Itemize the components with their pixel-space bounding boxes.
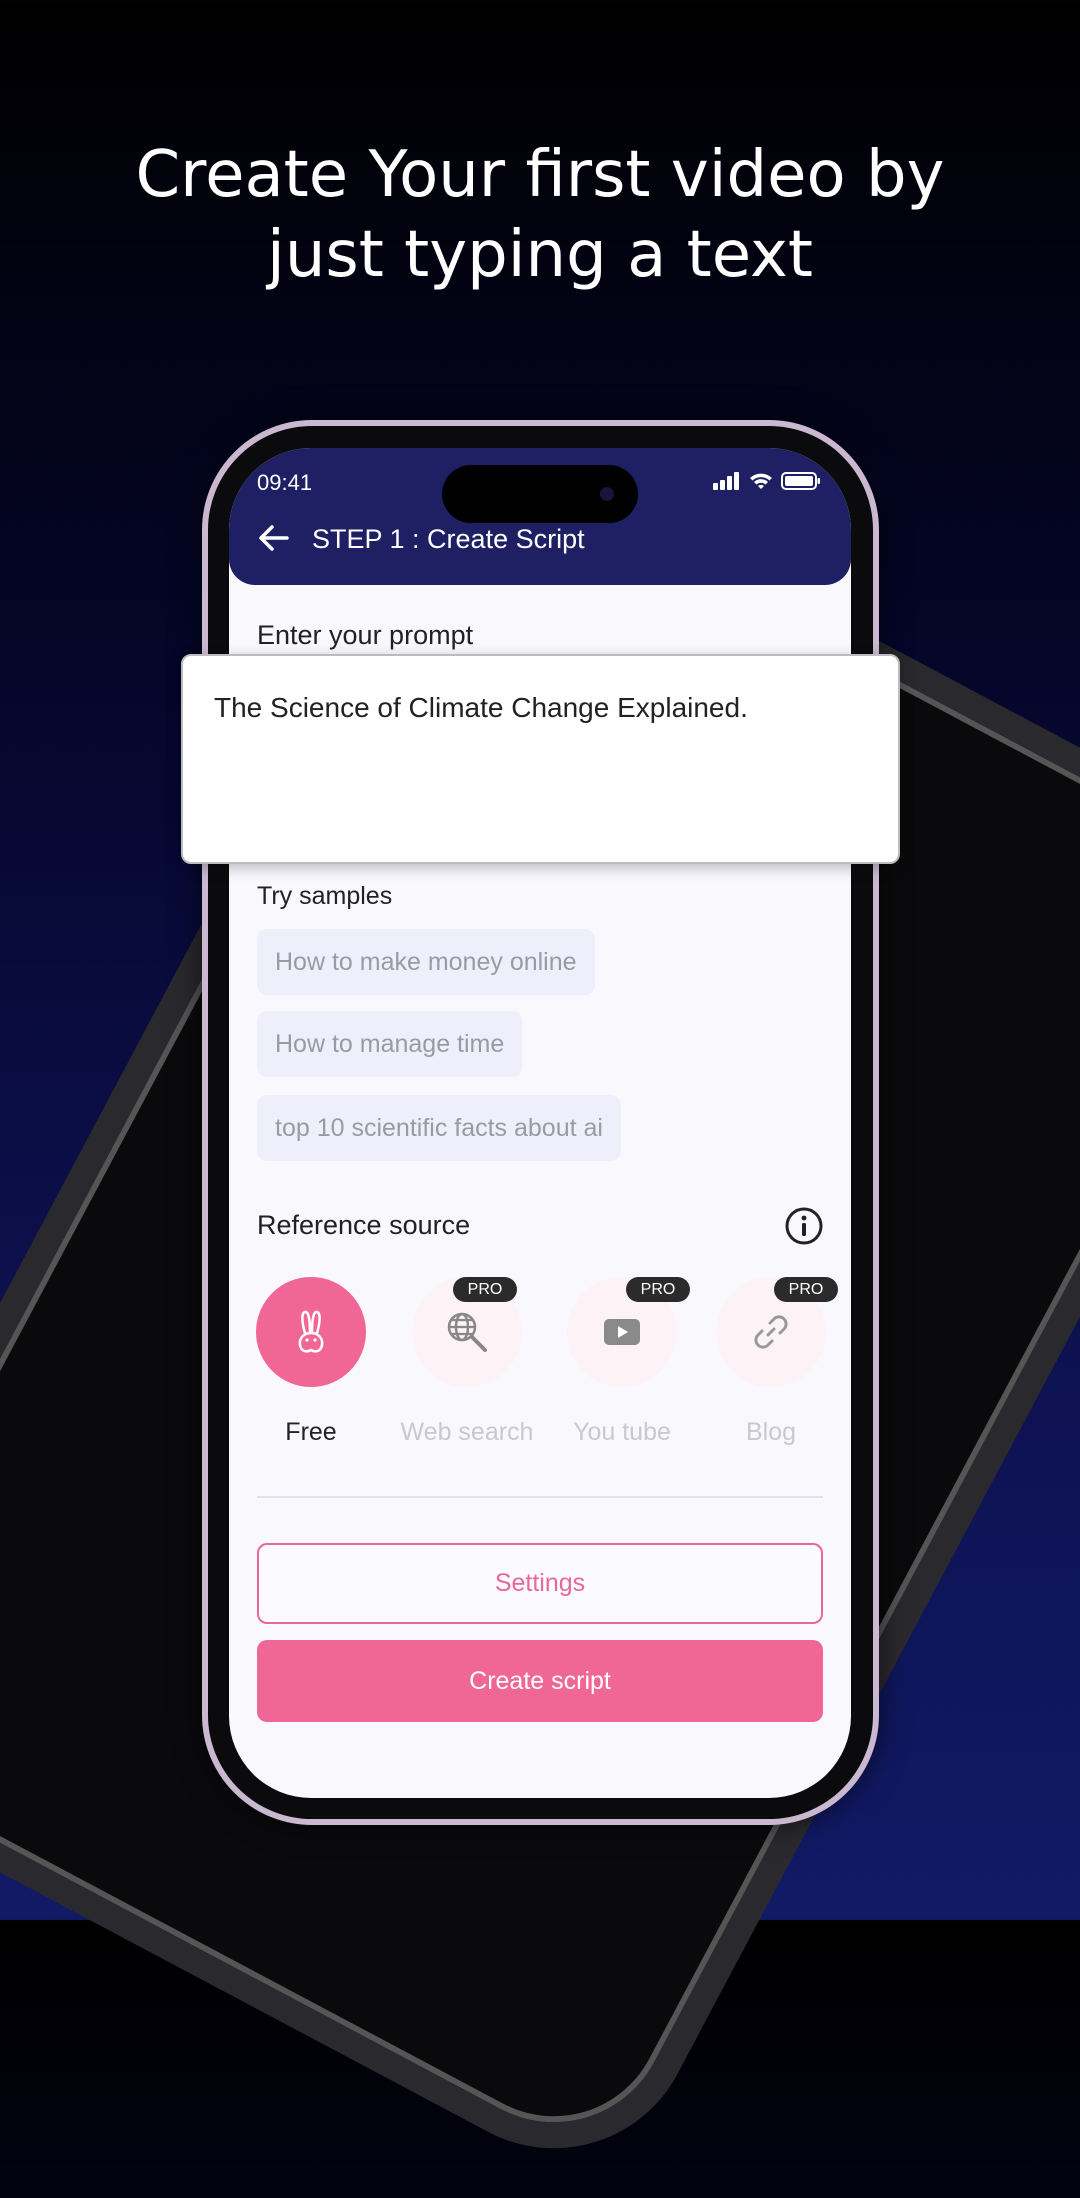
dynamic-island (442, 465, 638, 523)
source-label-blog: Blog (745, 1418, 797, 1446)
status-icons (713, 472, 821, 490)
camera-icon (600, 487, 614, 501)
prompt-label: Enter your prompt (257, 620, 474, 650)
globe-search-icon (447, 1312, 487, 1352)
reference-label: Reference source (257, 1210, 471, 1240)
create-script-button[interactable]: Create script (257, 1640, 823, 1722)
headline-line2: just typing a text (267, 218, 813, 292)
pro-badge: PRO (453, 1277, 517, 1302)
pro-badge: PRO (774, 1277, 838, 1302)
youtube-icon (604, 1319, 640, 1345)
wifi-icon (750, 473, 772, 489)
divider (257, 1496, 823, 1498)
sample-chip[interactable]: How to make money online (257, 929, 595, 995)
app-header: 09:41 STEP 1 : Create Script (229, 448, 851, 585)
status-time: 09:41 (257, 470, 313, 495)
pro-badge: PRO (626, 1277, 690, 1302)
info-icon[interactable] (784, 1206, 824, 1246)
link-icon (754, 1315, 788, 1349)
sample-chip[interactable]: top 10 scientific facts about ai (257, 1095, 621, 1161)
headline-line1: Create Your first video by (135, 138, 945, 212)
source-label-youtube: You tube (573, 1418, 671, 1446)
battery-icon (781, 472, 820, 490)
prompt-input-value: The Science of Climate Change Explained. (214, 692, 748, 723)
phone-screen: 09:41 STEP 1 : Create Script Enter your … (229, 448, 851, 1798)
samples-label: Try samples (257, 882, 393, 910)
settings-button[interactable]: Settings (257, 1543, 823, 1624)
headline: Create Your first video by just typing a… (0, 135, 1080, 295)
source-label-free: Free (285, 1418, 337, 1446)
source-free-button[interactable] (256, 1277, 366, 1387)
sample-chip[interactable]: How to manage time (257, 1011, 523, 1077)
prompt-input[interactable]: The Science of Climate Change Explained. (181, 654, 900, 864)
arrow-left-icon[interactable] (257, 523, 291, 561)
header-title: STEP 1 : Create Script (312, 524, 585, 554)
rabbit-icon (298, 1310, 324, 1353)
signal-icon (713, 472, 739, 490)
source-label-web-search: Web search (400, 1418, 534, 1446)
